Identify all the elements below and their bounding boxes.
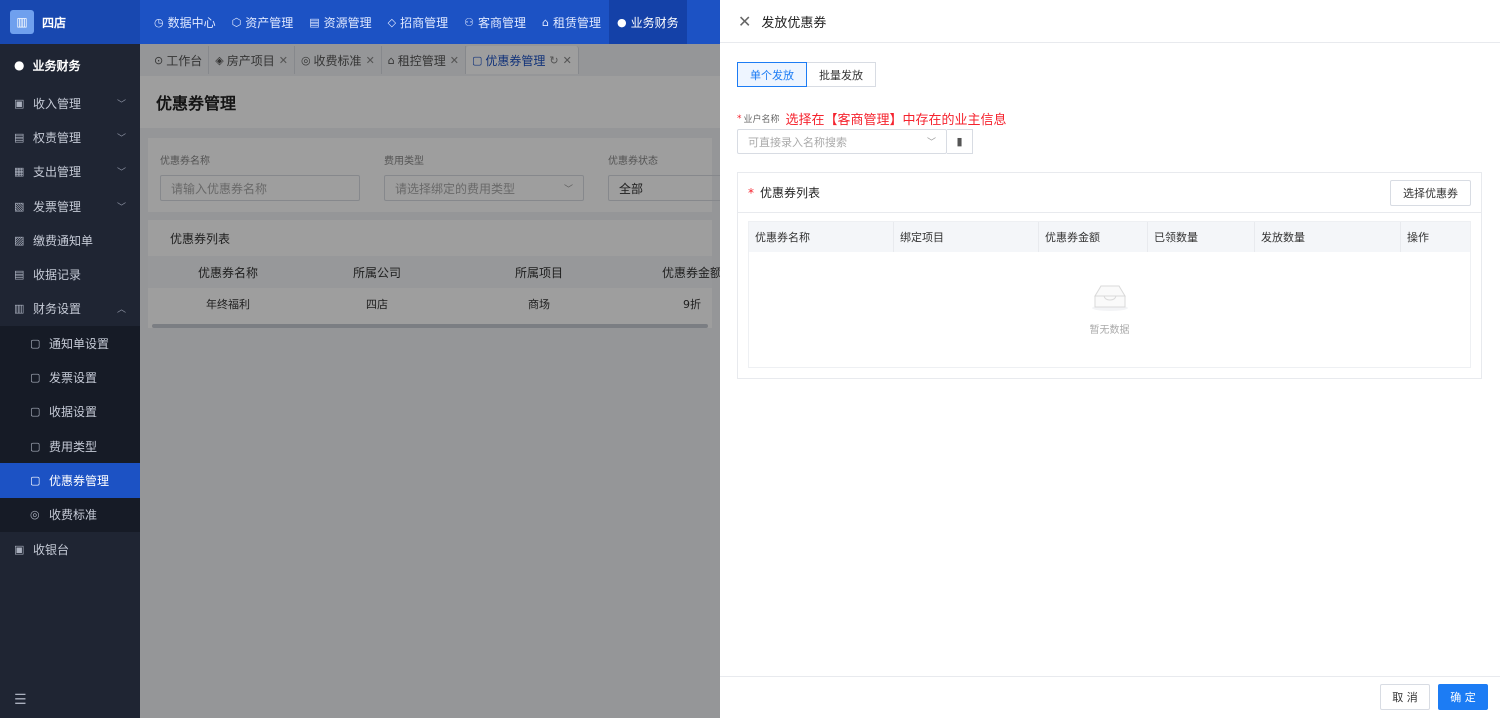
invoice-settings-icon: ▢ [30, 371, 41, 385]
finance-icon: ● [617, 15, 627, 29]
column-header: 绑定项目 [894, 222, 1039, 252]
issue-mode-toggle: 单个发放 批量发放 [737, 62, 876, 87]
tag-icon: ◇ [387, 15, 397, 29]
notice-icon: ▨ [14, 233, 25, 247]
cashier-icon: ▣ [14, 542, 25, 556]
close-icon[interactable]: ✕ [738, 12, 751, 31]
sidebar-subitem-fee-standard[interactable]: ◎ 收费标准 [0, 497, 140, 532]
sidebar-item-expense[interactable]: ▦ 支出管理 ﹀ [0, 155, 140, 189]
accrual-icon: ▤ [14, 130, 25, 144]
column-header: 发放数量 [1255, 222, 1401, 252]
empty-inbox-icon [1091, 285, 1128, 311]
users-icon: ⚇ [464, 15, 475, 29]
cube-icon: ⬡ [231, 15, 242, 29]
logo-area[interactable]: ▥ 四店 [0, 0, 140, 44]
owner-name-label: * 业户名称 选择在【客商管理】中存在的业主信息 [737, 109, 1007, 128]
confirm-button[interactable]: 确 定 [1438, 684, 1488, 710]
app-name: 四店 [42, 15, 67, 30]
chevron-down-icon: ﹀ [116, 168, 126, 179]
collapse-menu-icon[interactable]: ☰ [14, 692, 27, 708]
top-nav: ◷ 数据中心 ⬡ 资产管理 ▤ 资源管理 ◇ 招商管理 ⚇ 客商管理 ⌂ 租赁管理 ● 业务财… [140, 0, 687, 44]
chevron-down-icon: ﹀ [116, 99, 126, 110]
single-issue-button[interactable]: 单个发放 [737, 62, 807, 87]
sidebar-item-income[interactable]: ▣ 收入管理 ﹀ [0, 86, 140, 120]
empty-text: 暂无数据 [1089, 325, 1130, 336]
nav-merchant[interactable]: ⚇ 客商管理 [456, 0, 534, 44]
sidebar-subitem-invoice-settings[interactable]: ▢ 发票设置 [0, 360, 140, 395]
invoice-icon: ▧ [14, 199, 25, 213]
notice-settings-icon: ▢ [30, 336, 41, 350]
chevron-down-icon: ﹀ [926, 138, 936, 148]
column-header: 已领数量 [1148, 222, 1255, 252]
nav-finance[interactable]: ● 业务财务 [609, 0, 687, 44]
building-icon: ▥ [10, 10, 34, 34]
coupon-table: 优惠券名称 绑定项目 优惠券金额 已领数量 发放数量 操作 暂无数据 [748, 221, 1471, 368]
coupon-list-card: * 优惠券列表 选择优惠券 优惠券名称 绑定项目 优惠券金额 已领数量 发放数量… [737, 172, 1482, 379]
fee-standard-icon: ◎ [30, 508, 40, 522]
clipboard-button[interactable]: ▮ [947, 129, 973, 154]
clock-icon: ◷ [154, 15, 164, 29]
drawer-footer: 取 消 确 定 [720, 676, 1500, 718]
nav-resource[interactable]: ▤ 资源管理 [301, 0, 379, 44]
sidebar-subitem-fee-type[interactable]: ▢ 费用类型 [0, 428, 140, 464]
chevron-down-icon: ﹀ [116, 133, 126, 144]
choose-coupon-button[interactable]: 选择优惠券 [1390, 180, 1471, 206]
sidebar-item-cashier[interactable]: ▣ 收银台 [0, 532, 140, 566]
nav-data-center[interactable]: ◷ 数据中心 [146, 0, 224, 44]
drawer-header: ✕ 发放优惠券 [720, 0, 1500, 43]
chevron-up-icon: ︿ [116, 305, 126, 316]
sidebar-item-finance-settings[interactable]: ▥ 财务设置 ︿ [0, 292, 140, 326]
fee-type-icon: ▢ [30, 439, 41, 453]
empty-state: 暂无数据 [749, 282, 1470, 336]
clipboard-icon: ▮ [956, 135, 963, 148]
coupon-list-header: * 优惠券列表 选择优惠券 [738, 173, 1481, 213]
owner-note: 选择在【客商管理】中存在的业主信息 [785, 113, 1007, 128]
owner-name-select[interactable]: 可直接录入名称搜索 ﹀ [737, 129, 947, 154]
sidebar-title: ● 业务财务 [14, 58, 81, 73]
coupon-icon: ▢ [30, 473, 41, 487]
sidebar: ● 业务财务 ▣ 收入管理 ﹀ ▤ 权责管理 ﹀ ▦ 支出管理 ﹀ ▧ 发票管理 ﹀ ▨ 缴费通知单… [0, 44, 140, 718]
income-icon: ▣ [14, 96, 25, 110]
expense-icon: ▦ [14, 165, 25, 179]
sidebar-subitem-coupon-management[interactable]: ▢ 优惠券管理 [0, 463, 140, 498]
finance-icon: ● [14, 58, 25, 72]
sidebar-subitem-receipt-settings[interactable]: ▢ 收据设置 [0, 394, 140, 429]
required-mark: * [748, 185, 754, 200]
nav-investment[interactable]: ◇ 招商管理 [380, 0, 456, 44]
chevron-down-icon: ﹀ [116, 202, 126, 213]
sidebar-subitem-notice-settings[interactable]: ▢ 通知单设置 [0, 326, 140, 361]
document-icon: ▤ [309, 15, 320, 29]
settings-icon: ▥ [14, 302, 25, 316]
sidebar-item-payment-notice[interactable]: ▨ 缴费通知单 [0, 223, 140, 257]
sidebar-item-receipt-record[interactable]: ▤ 收据记录 [0, 257, 140, 291]
sidebar-item-accrual[interactable]: ▤ 权责管理 ﹀ [0, 120, 140, 154]
table-header: 优惠券名称 绑定项目 优惠券金额 已领数量 发放数量 操作 [749, 222, 1470, 252]
column-header: 优惠券金额 [1039, 222, 1148, 252]
drawer-title: 发放优惠券 [761, 15, 827, 31]
nav-asset[interactable]: ⬡ 资产管理 [224, 0, 302, 44]
issue-coupon-drawer: ✕ 发放优惠券 单个发放 批量发放 * 业户名称 选择在【客商管理】中存在的业主… [720, 0, 1500, 718]
home-icon: ⌂ [542, 15, 550, 29]
sidebar-item-invoice[interactable]: ▧ 发票管理 ﹀ [0, 189, 140, 223]
receipt-settings-icon: ▢ [30, 405, 41, 419]
nav-lease[interactable]: ⌂ 租赁管理 [534, 0, 609, 44]
cancel-button[interactable]: 取 消 [1380, 684, 1430, 710]
receipt-icon: ▤ [14, 268, 25, 282]
required-mark: * [737, 113, 742, 124]
column-header: 优惠券名称 [749, 222, 894, 252]
batch-issue-button[interactable]: 批量发放 [807, 62, 876, 87]
modal-overlay[interactable] [140, 44, 720, 718]
column-header: 操作 [1407, 231, 1429, 244]
